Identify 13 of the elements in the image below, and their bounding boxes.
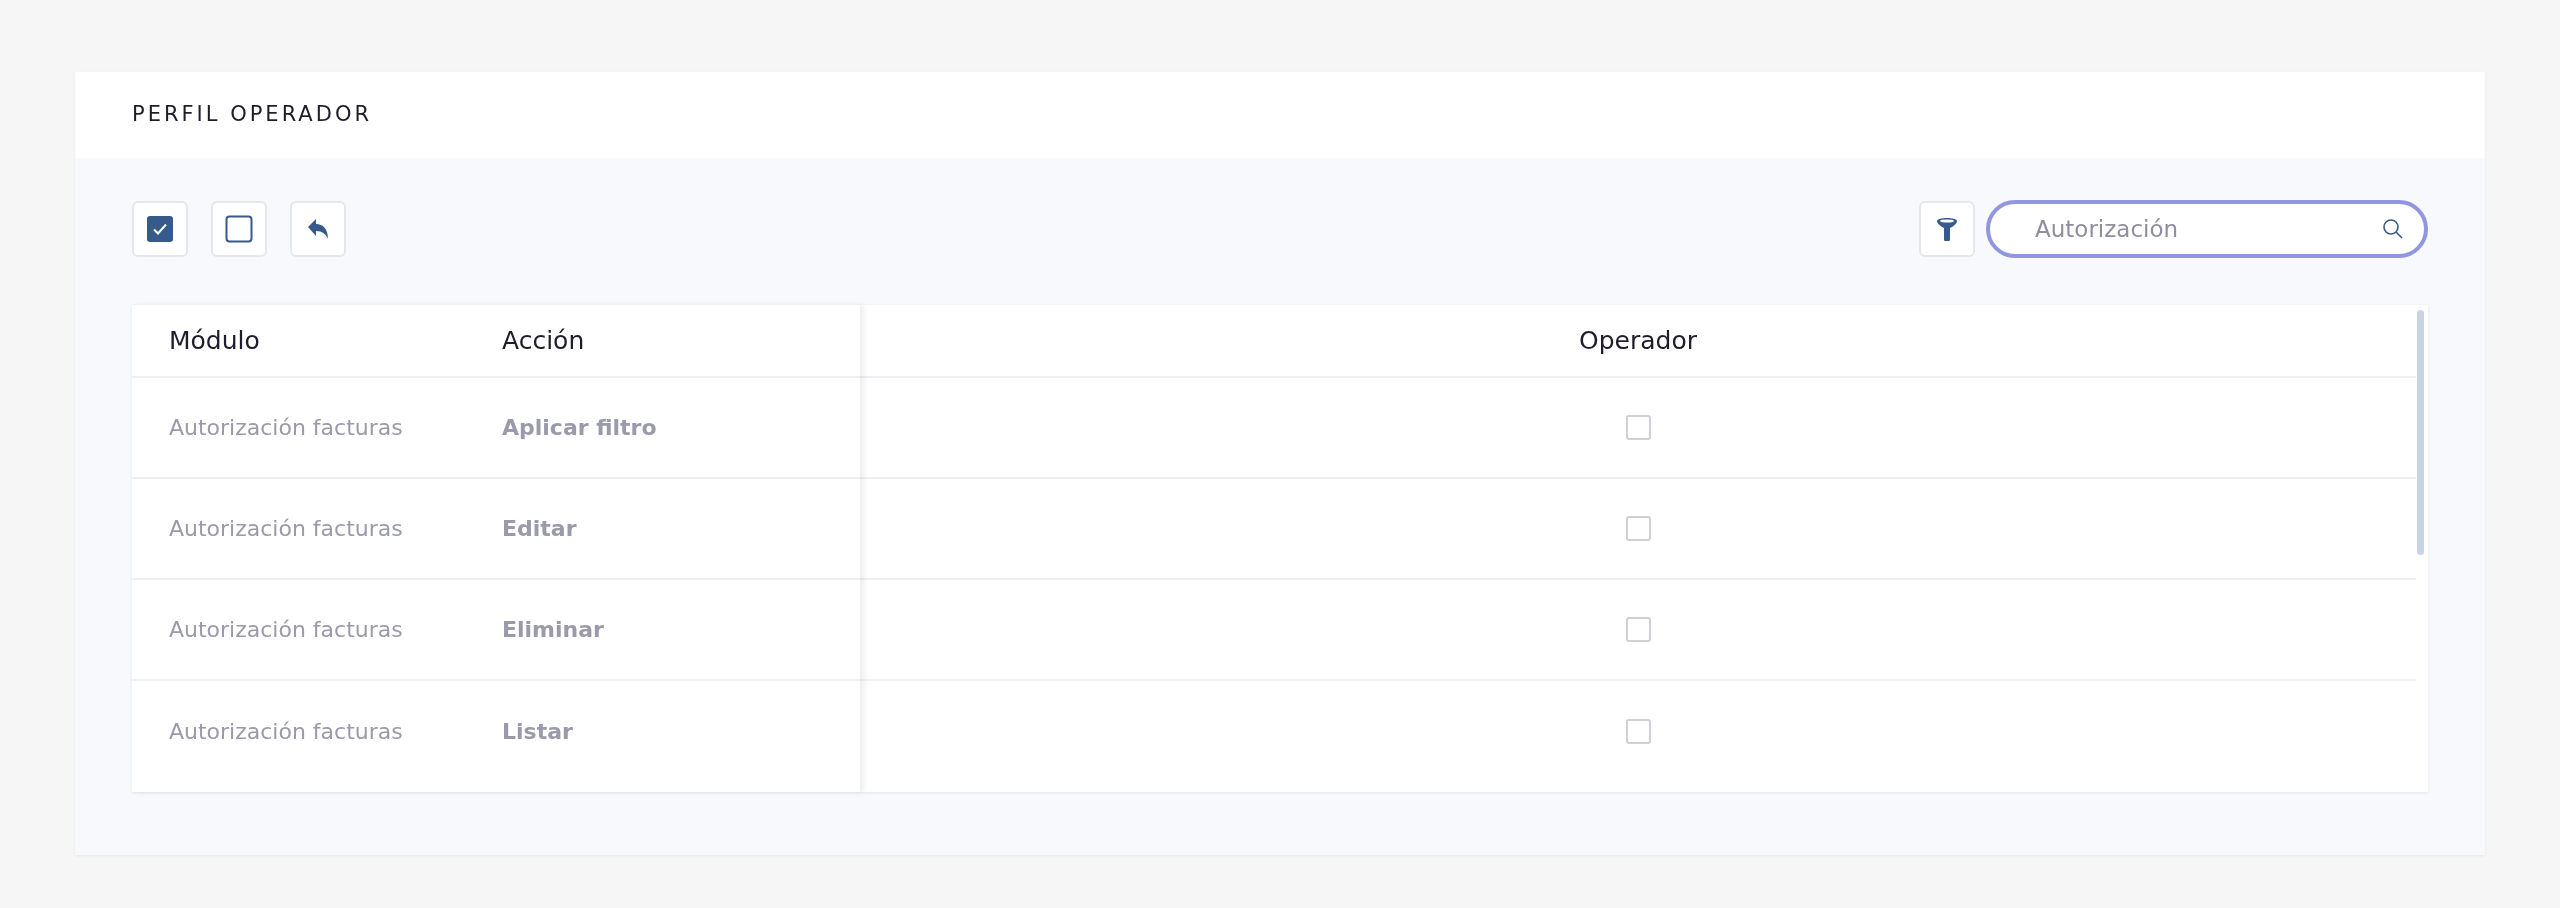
table-cell: Listar (502, 719, 573, 744)
table-cell: Autorización facturas (169, 516, 403, 541)
table-cell: Editar (502, 516, 577, 541)
column-header: Operador (1579, 324, 1697, 357)
table-cell: Aplicar filtro (502, 415, 657, 440)
panel-title: PERFIL OPERADOR (132, 101, 373, 129)
table-cell: Autorización facturas (169, 415, 403, 440)
table-cell: Autorización facturas (169, 719, 403, 744)
table-cell: Eliminar (502, 617, 604, 642)
search-field[interactable]: Autorización (1986, 200, 2428, 258)
column-header: Acción (502, 325, 585, 355)
column-header: Módulo (169, 325, 260, 355)
table-cell: Autorización facturas (169, 617, 403, 642)
